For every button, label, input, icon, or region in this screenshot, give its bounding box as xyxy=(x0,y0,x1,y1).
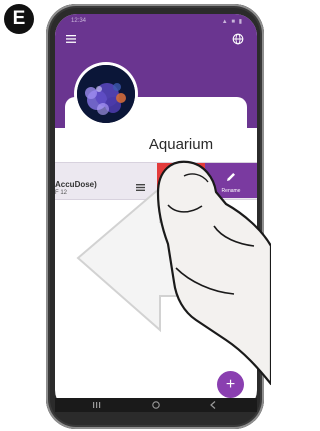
aquarium-title: Aquarium xyxy=(148,136,214,153)
step-badge: E xyxy=(4,4,34,34)
delete-label: Delete xyxy=(173,188,189,194)
aquarium-photo xyxy=(77,65,135,123)
menu-icon[interactable] xyxy=(65,33,77,45)
phone-screen: 12:34 ▲ ■ ▮ Aquarium AccuDose) F 12 Dele… xyxy=(55,14,257,412)
device-name: AccuDose) xyxy=(55,180,97,189)
plus-icon: + xyxy=(225,375,236,393)
device-subtitle: F 12 xyxy=(55,190,68,196)
recent-apps-icon[interactable] xyxy=(93,402,101,408)
pencil-icon xyxy=(227,173,235,181)
android-nav-bar xyxy=(55,398,257,412)
drag-handle-icon[interactable] xyxy=(136,184,145,191)
rename-action-button[interactable]: Rename xyxy=(205,163,257,198)
globe-icon[interactable] xyxy=(232,33,244,45)
delete-action-button[interactable]: Delete xyxy=(157,163,205,198)
step-label: E xyxy=(12,8,26,29)
status-bar: 12:34 ▲ ■ ▮ xyxy=(55,14,257,28)
add-button[interactable]: + xyxy=(217,371,244,398)
status-icons: ▲ ■ ▮ xyxy=(221,19,243,25)
rename-label: Rename xyxy=(221,188,241,194)
status-time: 12:34 xyxy=(71,18,87,24)
trash-icon xyxy=(177,172,185,182)
